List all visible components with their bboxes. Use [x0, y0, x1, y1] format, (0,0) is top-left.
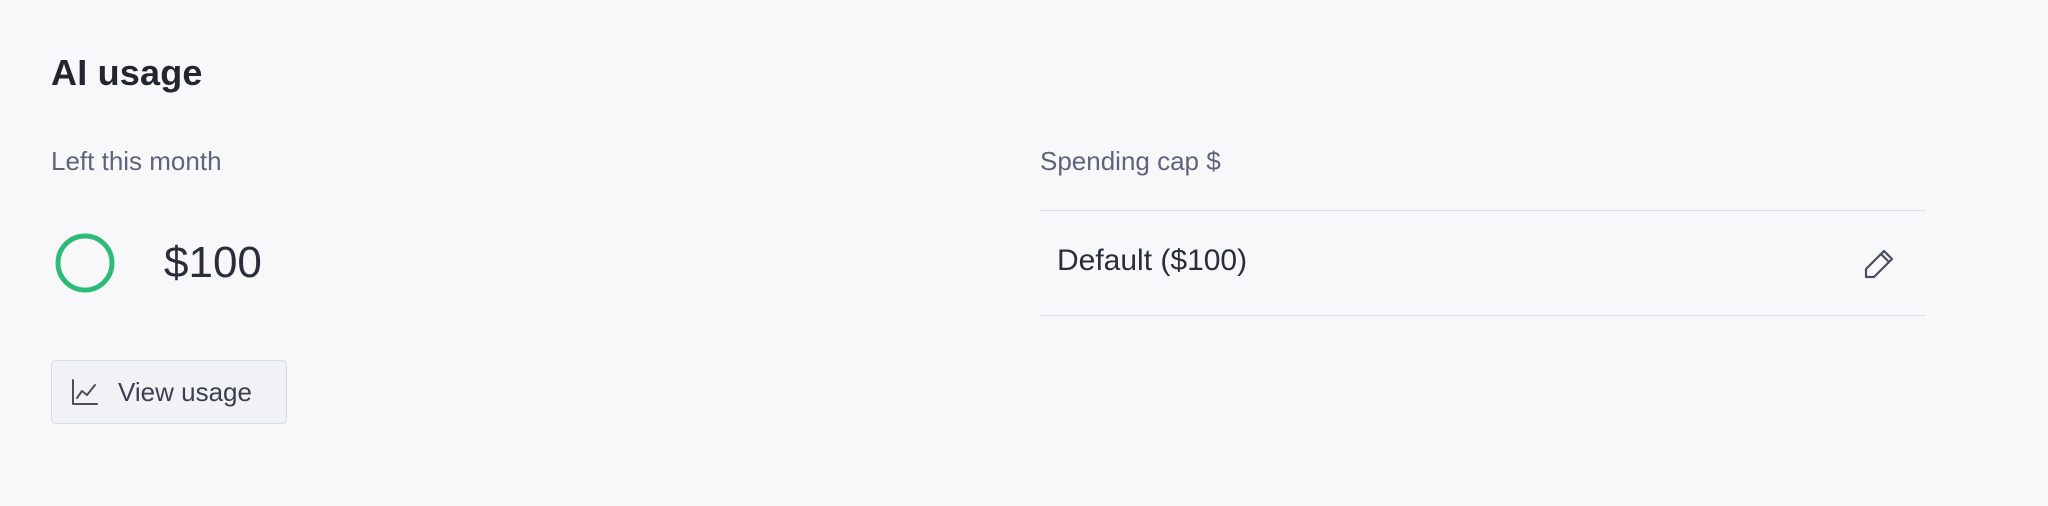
ai-usage-section: AI usage Left this month $100 View usage…	[0, 0, 2048, 506]
spending-cap-value: Default ($100)	[1057, 244, 1248, 277]
pencil-icon[interactable]	[1862, 247, 1896, 281]
view-usage-button[interactable]: View usage	[51, 360, 287, 424]
spending-cap-row: Default ($100)	[1040, 210, 1926, 316]
remaining-amount: $100	[164, 238, 262, 287]
line-chart-icon	[72, 379, 98, 405]
remaining-ring-icon	[55, 233, 115, 293]
left-this-month-label: Left this month	[51, 146, 222, 176]
section-title: AI usage	[51, 52, 203, 93]
view-usage-label: View usage	[118, 376, 252, 407]
spending-cap-label: Spending cap $	[1040, 146, 1221, 176]
